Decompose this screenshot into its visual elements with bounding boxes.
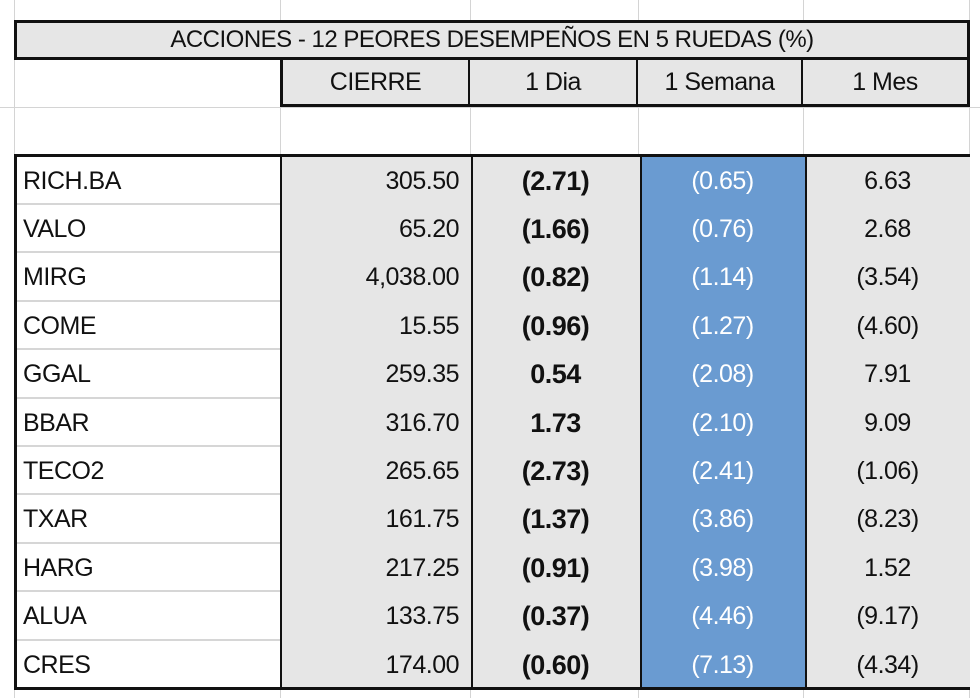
semana-cell: (2.41) bbox=[691, 456, 754, 485]
semana-cell: (1.14) bbox=[691, 263, 754, 292]
dia-cell: (1.66) bbox=[521, 213, 590, 244]
cierre-cell: 259.35 bbox=[385, 360, 460, 389]
ticker-cell: BBAR bbox=[23, 408, 90, 437]
ticker-cell: COME bbox=[23, 311, 97, 340]
cierre-cell: 217.25 bbox=[385, 553, 460, 582]
ticker-cell: CRES bbox=[23, 650, 91, 679]
cierre-cell: 4,038.00 bbox=[365, 263, 460, 292]
mes-cell: (1.06) bbox=[856, 456, 919, 485]
mes-cell: (4.34) bbox=[856, 650, 919, 679]
semana-cell: (2.08) bbox=[691, 360, 754, 389]
mes-cell: 6.63 bbox=[864, 166, 911, 195]
cierre-cell: 174.00 bbox=[385, 650, 460, 679]
cierre-cell: 305.50 bbox=[385, 166, 460, 195]
mes-cell: 7.91 bbox=[864, 360, 911, 389]
mes-cell: 9.09 bbox=[864, 408, 911, 437]
ticker-cell: TECO2 bbox=[23, 456, 104, 485]
ticker-cell: ALUA bbox=[23, 602, 87, 631]
semana-cell: (7.13) bbox=[691, 650, 754, 679]
mes-cell: 2.68 bbox=[864, 214, 911, 243]
dia-cell: (1.37) bbox=[521, 504, 590, 535]
dia-cell: 0.54 bbox=[530, 359, 581, 390]
semana-cell: (4.46) bbox=[691, 602, 754, 631]
semana-cell: (0.76) bbox=[691, 214, 754, 243]
cierre-cell: 161.75 bbox=[385, 505, 460, 534]
cierre-cell: 65.20 bbox=[398, 214, 460, 243]
semana-cell: (0.65) bbox=[691, 166, 754, 195]
dia-cell: (0.37) bbox=[521, 601, 590, 632]
table-row: TXAR 161.75 (1.37) (3.86) (8.23) bbox=[17, 496, 967, 544]
table-row: COME 15.55 (0.96) (1.27) (4.60) bbox=[17, 302, 967, 351]
ticker-cell: TXAR bbox=[23, 505, 88, 534]
table-row: ALUA 133.75 (0.37) (4.46) (9.17) bbox=[17, 593, 967, 641]
cierre-cell: 133.75 bbox=[385, 602, 460, 631]
header-1-semana: 1 Semana bbox=[638, 60, 803, 107]
header-cierre: CIERRE bbox=[280, 60, 470, 107]
dia-cell: 1.73 bbox=[530, 407, 581, 438]
ticker-cell: HARG bbox=[23, 553, 94, 582]
dia-cell: (0.96) bbox=[521, 310, 590, 341]
mes-cell: (4.60) bbox=[856, 311, 919, 340]
mes-cell: 1.52 bbox=[864, 553, 911, 582]
header-1-mes: 1 Mes bbox=[803, 60, 970, 107]
table-row: TECO2 265.65 (2.73) (2.41) (1.06) bbox=[17, 447, 967, 496]
dia-cell: (2.71) bbox=[521, 165, 590, 196]
semana-cell: (3.98) bbox=[691, 553, 754, 582]
semana-cell: (2.10) bbox=[691, 408, 754, 437]
ticker-cell: RICH.BA bbox=[23, 166, 121, 195]
table-row: VALO 65.20 (1.66) (0.76) 2.68 bbox=[17, 205, 967, 254]
table-row: GGAL 259.35 0.54 (2.08) 7.91 bbox=[17, 351, 967, 399]
table-row: MIRG 4,038.00 (0.82) (1.14) (3.54) bbox=[17, 254, 967, 302]
cierre-cell: 265.65 bbox=[385, 456, 460, 485]
table-row: RICH.BA 305.50 (2.71) (0.65) 6.63 bbox=[17, 157, 967, 205]
table-title: ACCIONES - 12 PEORES DESEMPEÑOS EN 5 RUE… bbox=[14, 20, 970, 60]
ticker-cell: GGAL bbox=[23, 360, 91, 389]
ticker-cell: VALO bbox=[23, 214, 86, 243]
dia-cell: (0.91) bbox=[521, 552, 590, 583]
ticker-cell: MIRG bbox=[23, 263, 87, 292]
mes-cell: (8.23) bbox=[856, 505, 919, 534]
data-table: RICH.BA 305.50 (2.71) (0.65) 6.63 VALO 65.20 (1… bbox=[14, 154, 970, 690]
semana-cell: (1.27) bbox=[691, 311, 754, 340]
dia-cell: (0.60) bbox=[521, 649, 590, 680]
header-1-dia: 1 Dia bbox=[470, 60, 638, 107]
dia-cell: (2.73) bbox=[521, 455, 590, 486]
semana-cell: (3.86) bbox=[691, 505, 754, 534]
table-row: HARG 217.25 (0.91) (3.98) 1.52 bbox=[17, 544, 967, 593]
cierre-cell: 316.70 bbox=[385, 408, 460, 437]
table-row: CRES 174.00 (0.60) (7.13) (4.34) bbox=[17, 641, 967, 689]
mes-cell: (3.54) bbox=[856, 263, 919, 292]
mes-cell: (9.17) bbox=[856, 602, 919, 631]
cierre-cell: 15.55 bbox=[398, 311, 460, 340]
table-row: BBAR 316.70 1.73 (2.10) 9.09 bbox=[17, 399, 967, 447]
dia-cell: (0.82) bbox=[521, 262, 590, 293]
grid-line bbox=[0, 107, 980, 108]
